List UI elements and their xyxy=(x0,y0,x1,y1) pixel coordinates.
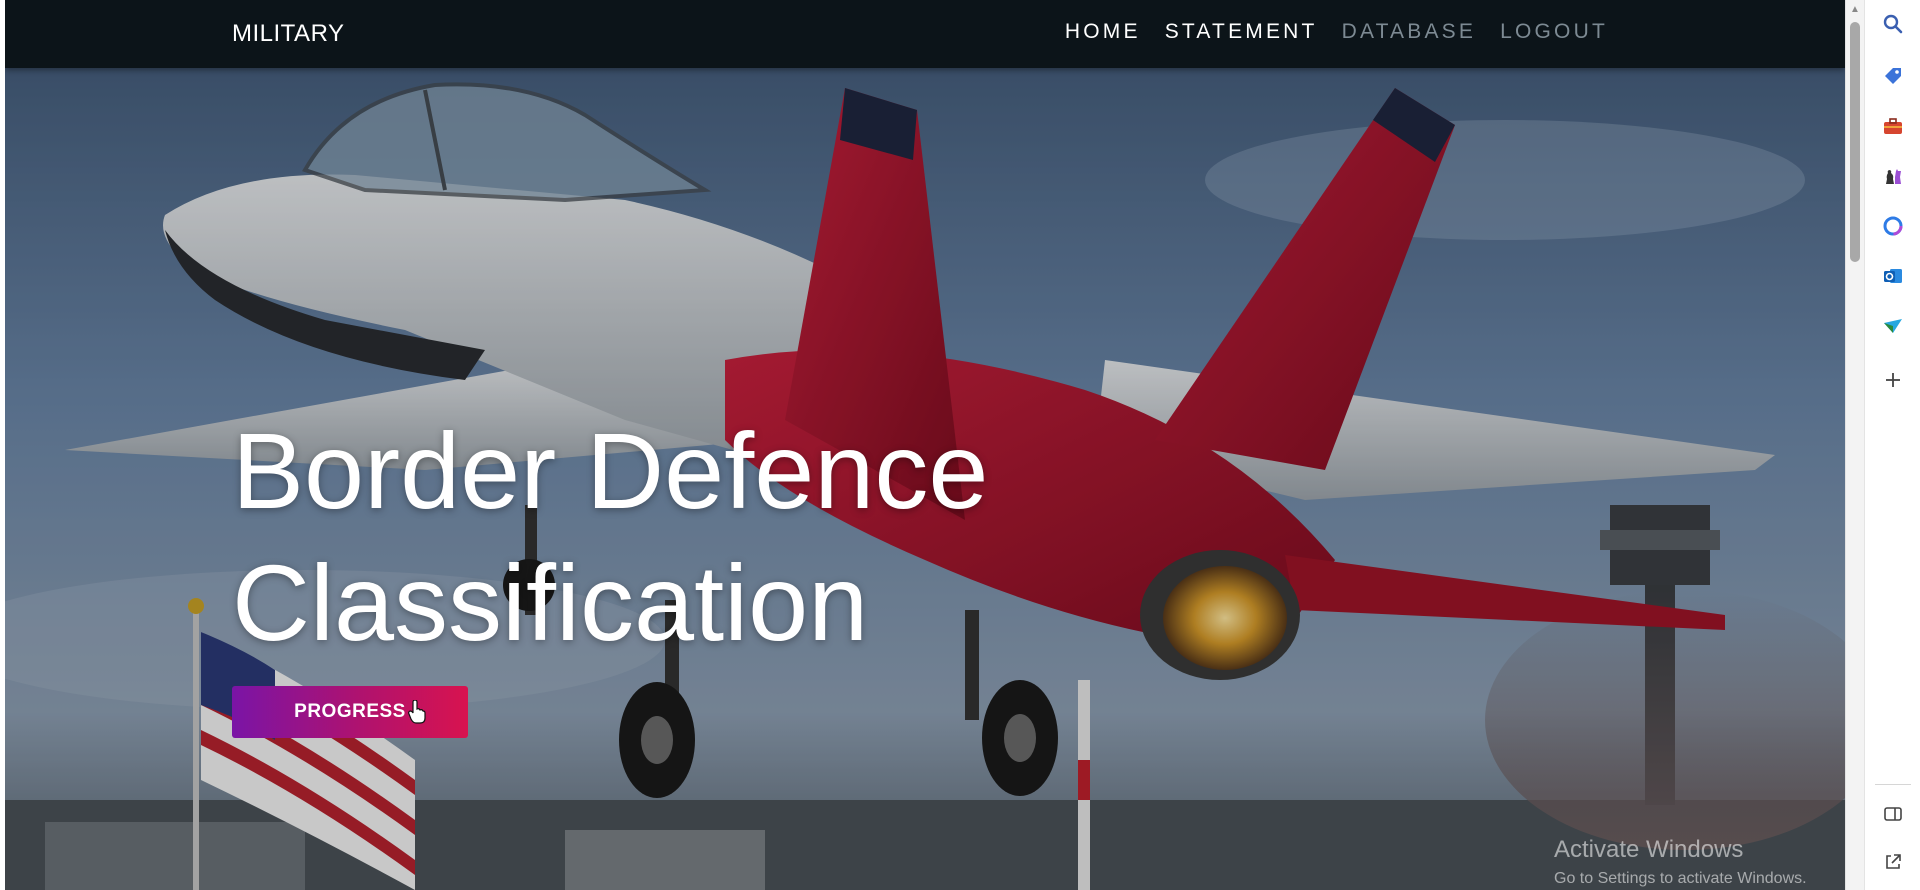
page-scrollbar[interactable]: ▲ xyxy=(1845,0,1864,890)
add-icon[interactable] xyxy=(1879,366,1907,394)
top-navbar: MILITARY HOME STATEMENT DATABASE LOGOUT xyxy=(5,0,1845,68)
briefcase-icon[interactable] xyxy=(1879,112,1907,140)
browser-side-panel xyxy=(1864,0,1920,890)
watermark-title: Activate Windows xyxy=(1554,836,1744,863)
hero-title: Border Defence Classification xyxy=(232,405,1132,669)
main-nav: HOME STATEMENT DATABASE LOGOUT xyxy=(1041,20,1608,44)
nav-link-database[interactable]: DATABASE xyxy=(1342,20,1477,44)
hero-title-line-1: Border Defence xyxy=(232,410,989,531)
browser-window: MILITARY HOME STATEMENT DATABASE LOGOUT … xyxy=(0,0,1920,890)
nav-link-home[interactable]: HOME xyxy=(1065,20,1141,44)
windows-activation-watermark: Activate Windows Go to Settings to activ… xyxy=(1554,836,1807,888)
page-viewport: MILITARY HOME STATEMENT DATABASE LOGOUT … xyxy=(5,0,1845,890)
nav-link-statement[interactable]: STATEMENT xyxy=(1165,20,1318,44)
nav-link-logout[interactable]: LOGOUT xyxy=(1500,20,1608,44)
scrollbar-thumb[interactable] xyxy=(1850,22,1860,262)
side-panel-divider xyxy=(1875,784,1911,785)
hero-title-line-2: Classification xyxy=(232,542,869,663)
hand-pointer-cursor-icon xyxy=(408,700,426,724)
search-icon[interactable] xyxy=(1879,10,1907,38)
outlook-icon[interactable] xyxy=(1879,262,1907,290)
watermark-subtitle: Go to Settings to activate Windows. xyxy=(1554,870,1807,887)
scroll-up-arrow-icon[interactable]: ▲ xyxy=(1849,4,1861,15)
external-link-icon[interactable] xyxy=(1879,848,1907,876)
send-icon[interactable] xyxy=(1879,312,1907,340)
copilot-icon[interactable] xyxy=(1879,212,1907,240)
progress-button[interactable]: PROGRESS xyxy=(232,686,468,738)
tag-icon[interactable] xyxy=(1879,62,1907,90)
brand-logo-link[interactable]: MILITARY xyxy=(232,20,344,48)
sidebar-toggle-icon[interactable] xyxy=(1879,800,1907,828)
chess-icon[interactable] xyxy=(1879,162,1907,190)
